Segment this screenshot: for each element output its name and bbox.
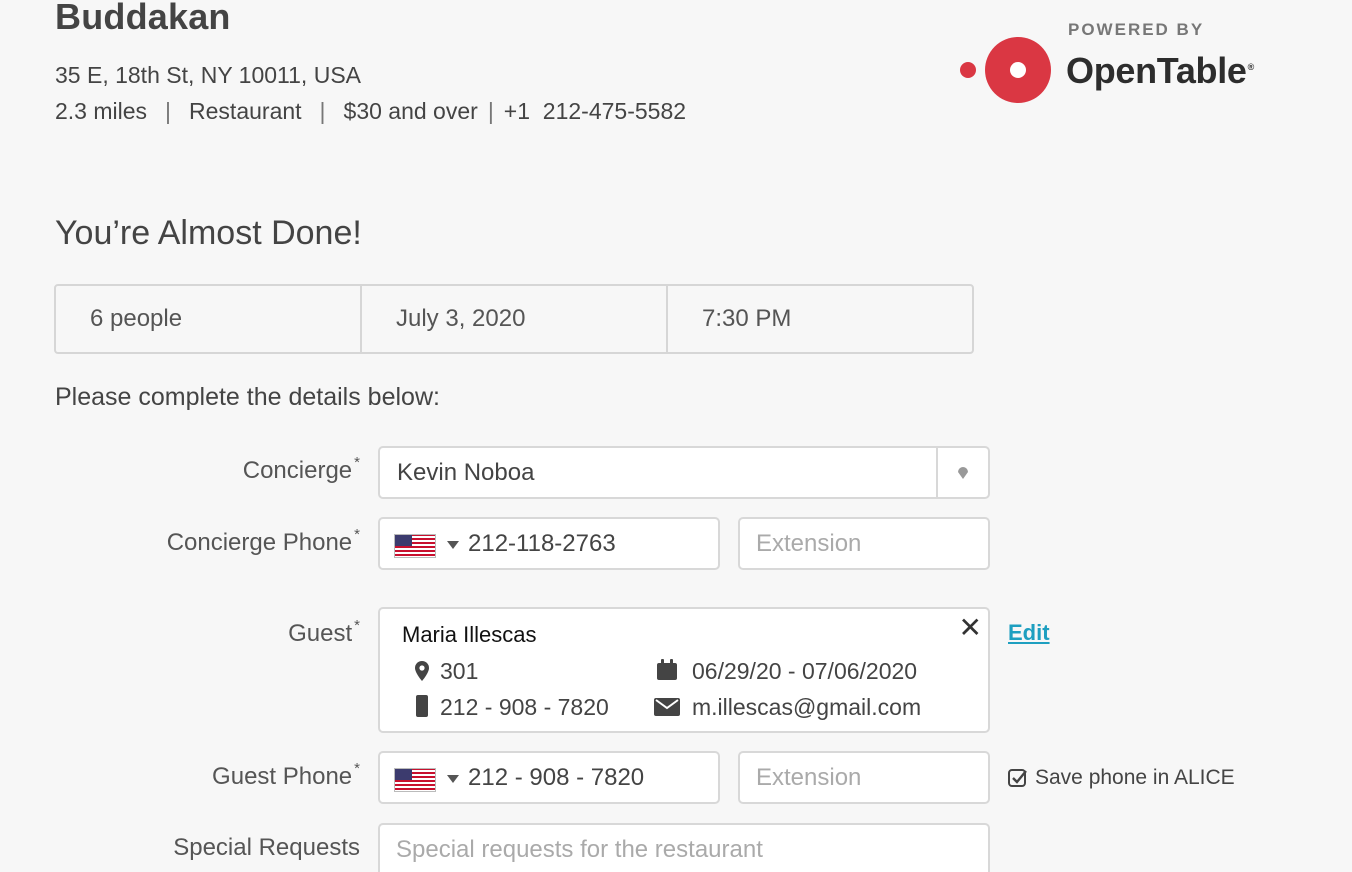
envelope-icon xyxy=(654,698,680,716)
party-size[interactable]: 6 people xyxy=(56,286,362,352)
opentable-wordmark: OpenTable® xyxy=(1066,50,1255,91)
us-flag-icon[interactable] xyxy=(394,534,436,558)
concierge-phone-label: Concierge Phone * xyxy=(166,526,360,556)
checkbox-checked-icon[interactable] xyxy=(1008,768,1028,788)
guest-label: Guest * xyxy=(288,617,360,647)
calendar-icon xyxy=(657,659,677,680)
reservation-summary: 6 people July 3, 2020 7:30 PM xyxy=(54,284,974,354)
extension-placeholder: Extension xyxy=(756,764,862,791)
restaurant-name: Buddakan xyxy=(55,0,231,37)
guest-extension-input[interactable]: Extension xyxy=(738,751,990,804)
restaurant-distance: 2.3 miles xyxy=(55,98,148,124)
reservation-time[interactable]: 7:30 PM xyxy=(668,286,972,352)
guest-phone-label: Guest Phone * xyxy=(212,760,360,790)
special-requests-placeholder: Special requests for the restaurant xyxy=(396,836,763,863)
restaurant-type: Restaurant xyxy=(189,98,302,124)
concierge-extension-input[interactable]: Extension xyxy=(738,517,990,570)
restaurant-meta: 2.3 miles | Restaurant | $30 and over | +1 212… xyxy=(55,98,687,124)
guest-phone-input[interactable]: 212 - 908 - 7820 xyxy=(378,751,720,804)
edit-guest-link[interactable]: Edit xyxy=(1008,620,1050,646)
special-requests-label: Special Requests xyxy=(173,834,360,861)
country-caret-icon[interactable] xyxy=(447,541,459,549)
guest-card[interactable]: Maria Illescas ✕ 301 06/29/20 - 07/06/20… xyxy=(378,607,990,733)
concierge-select[interactable]: Kevin Noboa xyxy=(378,446,990,499)
select-divider xyxy=(936,448,938,497)
restaurant-phone: +1 212-475-5582 xyxy=(503,98,687,124)
us-flag-icon[interactable] xyxy=(394,768,436,792)
guest-room: 301 xyxy=(440,658,479,684)
restaurant-address: 35 E, 18th St, NY 10011, USA xyxy=(55,62,362,88)
special-requests-input[interactable]: Special requests for the restaurant xyxy=(378,823,990,872)
map-pin-icon xyxy=(415,661,429,681)
page-title: You’re Almost Done! xyxy=(55,214,362,252)
form-instructions: Please complete the details below: xyxy=(55,383,440,411)
close-icon[interactable]: ✕ xyxy=(959,611,982,644)
dropdown-icon[interactable] xyxy=(956,466,970,480)
extension-placeholder: Extension xyxy=(756,530,862,557)
guest-stay-dates: 06/29/20 - 07/06/2020 xyxy=(692,658,918,684)
save-phone-label: Save phone in ALICE xyxy=(1035,766,1235,789)
guest-phone-display: 212 - 908 - 7820 xyxy=(440,694,609,720)
guest-phone-value: 212 - 908 - 7820 xyxy=(468,764,645,791)
concierge-phone-input[interactable]: 212-118-2763 xyxy=(378,517,720,570)
mobile-phone-icon xyxy=(416,695,428,717)
concierge-label: Concierge * xyxy=(242,454,360,484)
concierge-phone-value: 212-118-2763 xyxy=(468,530,616,557)
restaurant-price: $30 and over xyxy=(343,98,478,124)
reservation-date[interactable]: July 3, 2020 xyxy=(362,286,668,352)
country-caret-icon[interactable] xyxy=(447,775,459,783)
concierge-value: Kevin Noboa xyxy=(397,459,535,486)
guest-name: Maria Illescas xyxy=(402,622,537,647)
guest-email: m.illescas@gmail.com xyxy=(692,694,922,720)
save-phone-checkbox[interactable]: Save phone in ALICE xyxy=(1008,766,1235,790)
